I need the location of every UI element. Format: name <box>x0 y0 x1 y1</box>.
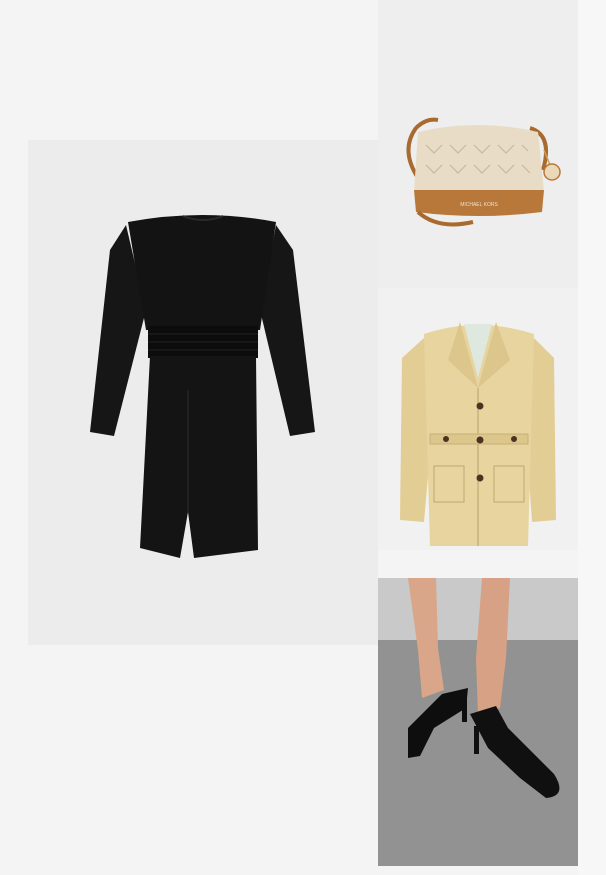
shoes-product-tile[interactable] <box>378 578 578 866</box>
dress-image <box>90 215 315 558</box>
bag-product-tile[interactable]: MICHAEL KORS <box>378 0 578 288</box>
bag-image: MICHAEL KORS <box>406 117 561 227</box>
outfit-collage: { "collage": { "items": [ {"id": "dress"… <box>0 0 606 875</box>
blazer-image <box>400 322 556 546</box>
page-edge <box>578 0 606 875</box>
bag-brand-logo: MICHAEL KORS <box>460 202 498 208</box>
dress-product-tile[interactable] <box>28 140 378 645</box>
shoes-image <box>378 578 578 866</box>
blazer-product-tile[interactable] <box>378 288 578 550</box>
